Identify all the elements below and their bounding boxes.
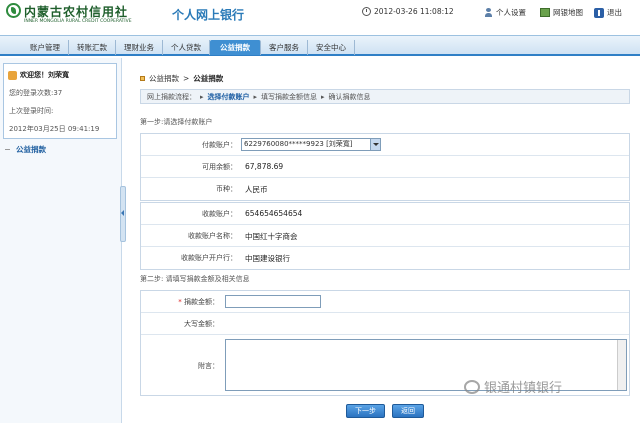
welcome-heading: 欢迎您！刘荣寬 [8,70,69,80]
last-login-label: 上次登录时间: [9,107,54,115]
recv-bank-value: 中国建设银行 [245,254,290,263]
currency-row: 币种： 人民币 [141,178,629,200]
watermark: 银通村镇银行 [464,377,562,396]
amount-label-text: 捐款金额： [184,298,219,306]
balance-row: 可用余额： 67,878.69 [141,156,629,178]
step-arrow-icon: ▸ [200,92,204,101]
recv-name-row: 收款账户名称： 中国红十字商会 [141,225,629,247]
breadcrumb-parent[interactable]: 公益捐款 [149,73,179,84]
sidebar-item-label: 公益捐款 [16,145,46,154]
bullet-icon [5,149,10,150]
site-title: 个人网上银行 [172,8,245,22]
step-label: 网上捐款流程： [147,92,196,101]
payee-table: 收款账户： 654654654654 收款账户名称： 中国红十字商会 收款账户开… [140,202,630,270]
balance-label: 可用余额： [202,163,237,171]
recv-bank-label: 收款账户开户行： [181,254,237,262]
breadcrumb: 公益捐款 > 公益捐款 [140,73,223,84]
payer-table: 付款账户： 6229760080*****9923 [刘荣寬] 可用余额： 67… [140,133,630,201]
user-icon [8,70,17,80]
breadcrumb-separator: > [183,74,190,83]
tab-account-management[interactable]: 账户管理 [22,40,69,55]
clock-icon [362,7,371,16]
step-arrow-icon: ▸ [321,92,325,101]
amount-row: * 捐款金额： [141,291,629,313]
bank-name-en: INNER MONGOLIA RURAL CREDIT COOPERATIVE [24,19,132,24]
recv-account-row: 收款账户： 654654654654 [141,203,629,225]
wechat-icon [464,379,480,394]
welcome-text: 欢迎您！刘荣寬 [20,71,69,79]
balance-value: 67,878.69 [245,162,284,171]
logout-label: 退出 [607,8,622,17]
tab-donation[interactable]: 公益捐款 [210,40,261,55]
datetime: 2012-03-26 11:08:12 [362,7,454,16]
step-2: 填写捐款金额信息 [261,92,318,101]
next-button[interactable]: 下一步 [346,404,385,418]
recv-name-label: 收款账户名称： [188,232,237,240]
sidebar-item-donation[interactable]: 公益捐款 [5,144,46,155]
pay-account-select[interactable]: 6229760080*****9923 [刘荣寬] [241,138,381,151]
amount-caps-label: 大写金额： [184,320,219,328]
recv-bank-row: 收款账户开户行： 中国建设银行 [141,247,629,269]
currency-label: 币种： [216,185,237,193]
login-count: 您的登录次数:37 [9,89,63,97]
note-textarea[interactable] [225,339,627,391]
pay-account-label: 付款账户： [202,141,237,149]
bank-logo-icon [6,3,21,18]
amount-label: * 捐款金额： [178,297,219,307]
chevron-down-icon [370,139,380,150]
currency-value: 人民币 [245,185,268,194]
main-nav: 账户管理 转账汇款 理财业务 个人贷款 公益捐款 客户服务 安全中心 [0,35,640,56]
sidebar-collapse-handle[interactable] [120,186,126,242]
tab-transfer[interactable]: 转账汇款 [69,40,116,55]
header: 内蒙古农村信用社 INNER MONGOLIA RURAL CREDIT COO… [0,0,640,34]
back-button[interactable]: 返回 [392,404,424,418]
sidebar: 欢迎您！刘荣寬 您的登录次数:37 上次登录时间: 2012年03月25日 09… [0,58,122,423]
tab-wealth[interactable]: 理财业务 [116,40,163,55]
step-arrow-icon: ▸ [253,92,258,101]
site-map-link[interactable]: 网银地图 [540,7,583,18]
recv-account-label: 收款账户： [202,210,237,218]
bank-name: 内蒙古农村信用社 [24,5,129,19]
step-progress: 网上捐款流程： ▸ 选择付款账户 ▸ 填写捐款金额信息 ▸ 确认捐款信息 [140,89,630,104]
note-label: 附言： [198,362,219,370]
tab-loans[interactable]: 个人贷款 [163,40,210,55]
amount-input[interactable] [225,295,321,308]
datetime-text: 2012-03-26 11:08:12 [374,7,454,16]
logout-link[interactable]: 退出 [594,7,622,18]
breadcrumb-icon [140,76,145,81]
last-login-time: 2012年03月25日 09:41:19 [9,125,100,133]
tab-security-center[interactable]: 安全中心 [308,40,355,55]
site-map-icon [540,8,550,17]
personal-settings-link[interactable]: 个人设置 [484,7,526,18]
step-1: 选择付款账户 [207,92,250,101]
personal-settings-label: 个人设置 [496,8,526,17]
site-map-label: 网银地图 [553,8,583,17]
pay-account-value: 6229760080*****9923 [刘荣寬] [244,140,353,148]
amount-caps-row: 大写金额： [141,313,629,335]
person-icon [484,8,493,17]
tab-customer-service[interactable]: 客户服务 [261,40,308,55]
watermark-text: 银通村镇银行 [484,381,563,396]
breadcrumb-current: 公益捐款 [193,74,224,83]
logout-icon [594,7,604,18]
section-1-title: 第一步:请选择付款账户 [140,118,213,126]
welcome-panel: 欢迎您！刘荣寬 您的登录次数:37 上次登录时间: 2012年03月25日 09… [3,63,117,139]
pay-account-row: 付款账户： 6229760080*****9923 [刘荣寬] [141,134,629,156]
step-3: 确认捐款信息 [328,92,371,101]
recv-name-value: 中国红十字商会 [245,232,298,241]
section-2-title: 第二步: 请填写捐款金额及相关信息 [140,275,250,283]
recv-account-value: 654654654654 [245,209,303,218]
